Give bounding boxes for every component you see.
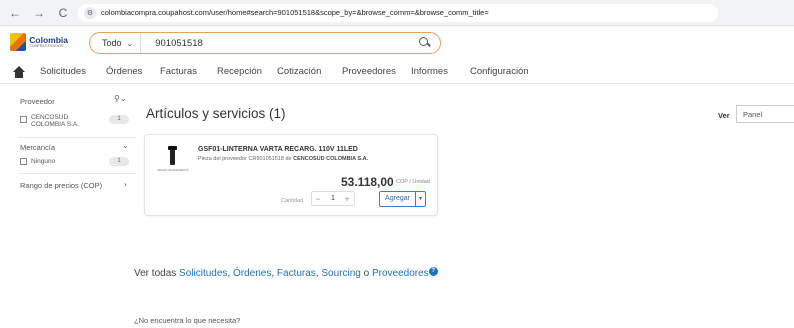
results-title: Artículos y servicios (1)	[146, 106, 286, 121]
search-scope-label: Todo	[102, 38, 122, 48]
link-ordenes[interactable]: Órdenes	[233, 268, 271, 279]
nav-facturas[interactable]: Facturas	[160, 66, 197, 77]
site-settings-icon[interactable]: ⚙	[84, 6, 96, 19]
facet-proveedor-title[interactable]: Proveedor	[20, 97, 55, 106]
nav-solicitudes[interactable]: Solicitudes	[40, 66, 86, 77]
thumbnail-caption: IMAGEN DE REFERENCIA	[157, 169, 189, 172]
url-text: colombiacompra.coupahost.com/user/home#s…	[101, 8, 489, 17]
chevron-down-icon: ⌄	[126, 38, 134, 48]
search-icon[interactable]	[418, 36, 432, 50]
home-icon[interactable]	[12, 65, 26, 80]
logo-mark-icon	[10, 33, 27, 51]
link-solicitudes[interactable]: Solicitudes	[179, 268, 227, 279]
view-select[interactable]: Panel	[736, 105, 794, 123]
nav-proveedores[interactable]: Proveedores	[342, 66, 396, 77]
nav-informes[interactable]: Informes	[411, 66, 448, 77]
add-options-dropdown[interactable]: ▾	[416, 191, 426, 207]
facet-divider	[18, 173, 136, 174]
reload-icon[interactable]: C	[54, 4, 72, 22]
facet-mercancia-option[interactable]: Ninguno	[31, 158, 55, 165]
link-sourcing[interactable]: Sourcing	[321, 268, 360, 279]
facet-mercancia-count: 1	[109, 157, 129, 166]
facet-proveedor-option-line2[interactable]: COLOMBIA S.A.	[31, 121, 79, 128]
facet-proveedor-checkbox[interactable]	[20, 116, 27, 123]
quantity-label: Cantidad	[281, 198, 304, 204]
nav-ordenes[interactable]: Órdenes	[106, 66, 142, 77]
not-found-text[interactable]: ¿No encuentra lo que necesita?	[134, 316, 240, 325]
logo-subtitle: COMPRA EFICIENTE	[29, 44, 64, 48]
item-price-unit: COP / Unidad	[396, 179, 430, 185]
item-supplier-name: CENCOSUD COLOMBIA S.A.	[293, 156, 369, 162]
link-facturas[interactable]: Facturas	[277, 268, 316, 279]
address-bar[interactable]: ⚙ colombiacompra.coupahost.com/user/home…	[78, 3, 718, 22]
app-header: Colombia COMPRA EFICIENTE Todo ⌄ 9010515…	[0, 26, 794, 60]
search-input[interactable]: 901051518	[155, 38, 418, 49]
item-title[interactable]: GSF01-LINTERNA VARTA RECARG. 110V 11LED	[198, 146, 358, 153]
help-icon[interactable]: ?	[428, 267, 438, 276]
quantity-increment-button[interactable]: +	[342, 193, 352, 205]
view-label: Ver	[718, 111, 730, 120]
forward-icon[interactable]: →	[30, 4, 48, 22]
facet-mercancia-title[interactable]: Mercancía	[20, 143, 55, 152]
nav-recepcion[interactable]: Recepción	[217, 66, 262, 77]
nav-configuracion[interactable]: Configuración	[470, 66, 529, 77]
search-scope-select[interactable]: Todo ⌄	[90, 33, 142, 53]
item-supplier-part: Pieza del proveedor CR901051518 de CENCO…	[198, 156, 369, 162]
back-icon[interactable]: ←	[6, 4, 24, 22]
main-nav: Solicitudes Órdenes Facturas Recepción C…	[0, 62, 794, 84]
facet-mercancia-checkbox[interactable]	[20, 158, 27, 165]
facet-proveedor-count: 1	[109, 115, 129, 124]
browser-toolbar: ← → C ⚙ colombiacompra.coupahost.com/use…	[0, 0, 794, 26]
logo-name: Colombia	[29, 35, 68, 45]
chevron-right-icon[interactable]: ›	[124, 180, 127, 189]
add-to-cart-button[interactable]: Agregar	[379, 191, 416, 207]
facet-divider	[18, 137, 136, 138]
see-all-links: Ver todas Solicitudes, Órdenes, Facturas…	[134, 267, 438, 279]
item-thumbnail[interactable]: IMAGEN DE REFERENCIA	[153, 145, 193, 179]
chevron-down-icon[interactable]: ⌄	[122, 141, 129, 150]
item-card: IMAGEN DE REFERENCIA GSF01-LINTERNA VART…	[144, 134, 438, 216]
item-price: 53.118,00	[341, 175, 394, 189]
quantity-input[interactable]: 1	[326, 193, 340, 205]
link-proveedores[interactable]: Proveedores	[372, 268, 429, 279]
colombia-compra-logo[interactable]: Colombia COMPRA EFICIENTE	[10, 30, 68, 54]
facet-rango-title[interactable]: Rango de precios (COP)	[20, 181, 102, 190]
facet-proveedor-option-line1[interactable]: CENCOSUD	[31, 114, 68, 121]
quantity-decrement-button[interactable]: −	[313, 193, 323, 205]
nav-cotizacion[interactable]: Cotización	[277, 66, 321, 77]
search-bar: Todo ⌄ 901051518	[89, 32, 441, 54]
facet-search-icon[interactable]: ⚲⌄	[114, 94, 127, 103]
